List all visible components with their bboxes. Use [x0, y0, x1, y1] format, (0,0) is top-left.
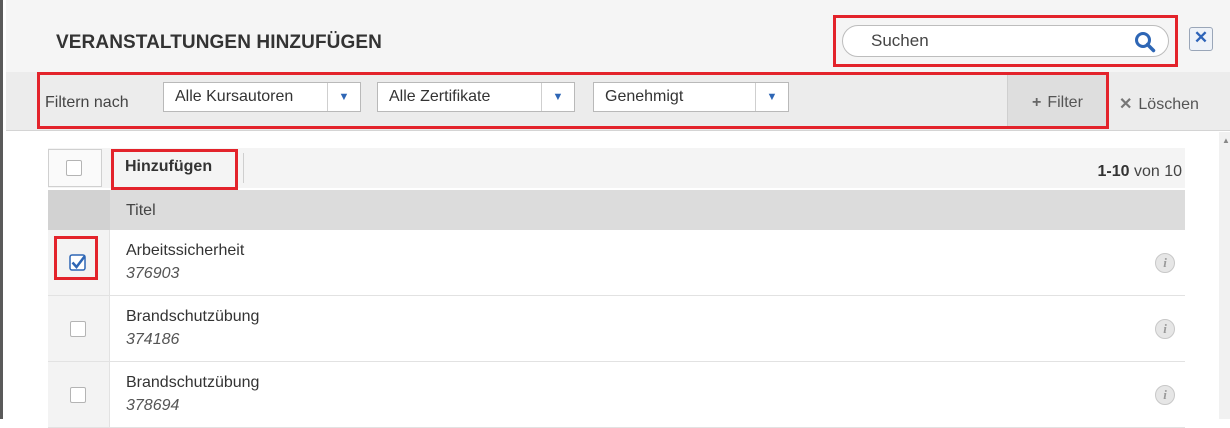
search-box[interactable] [842, 25, 1169, 57]
search-input[interactable] [871, 31, 1121, 51]
row-checkbox[interactable] [70, 321, 86, 337]
search-icon[interactable] [1134, 31, 1156, 53]
add-button[interactable]: Hinzufügen [125, 158, 212, 176]
scroll-up-icon[interactable]: ▲ [1222, 136, 1230, 145]
row-id: 376903 [126, 265, 180, 282]
row-title: Brandschutzübung [126, 374, 260, 391]
close-button[interactable]: ✕ [1189, 27, 1213, 51]
add-events-dialog: VERANSTALTUNGEN HINZUFÜGEN ✕ Filtern nac… [0, 0, 1230, 428]
column-header-title[interactable]: Titel [126, 202, 156, 220]
select-all-button[interactable] [48, 149, 102, 187]
info-icon[interactable]: i [1155, 319, 1175, 339]
row-title: Brandschutzübung [126, 308, 260, 325]
toolbar-divider [243, 153, 244, 183]
row-checkbox[interactable] [70, 387, 86, 403]
info-icon[interactable]: i [1155, 253, 1175, 273]
filter-highlight [37, 72, 1109, 129]
x-icon: ✕ [1119, 96, 1133, 113]
table-row[interactable]: Arbeitssicherheit 376903 i [48, 230, 1185, 296]
info-icon[interactable]: i [1155, 385, 1175, 405]
pager-total: von 10 [1133, 163, 1182, 180]
clear-button-label: Löschen [1138, 96, 1199, 113]
select-all-checkbox[interactable] [66, 160, 82, 176]
table-row[interactable]: Brandschutzübung 374186 i [48, 296, 1185, 362]
dialog-title: VERANSTALTUNGEN HINZUFÜGEN [56, 32, 382, 53]
pager-range: 1-10 [1097, 163, 1130, 180]
table-row[interactable]: Brandschutzübung 378694 i [48, 362, 1185, 428]
table-header-select-column [48, 190, 110, 230]
row-title: Arbeitssicherheit [126, 242, 245, 259]
pager: 1-10 von 10 [1097, 163, 1182, 181]
scrollbar[interactable] [1219, 132, 1230, 419]
clear-button[interactable]: ✕ Löschen [1119, 94, 1199, 114]
search-highlight [833, 15, 1178, 67]
row-id: 374186 [126, 331, 180, 348]
table-header [48, 190, 1185, 230]
row-id: 378694 [126, 397, 180, 414]
close-icon: ✕ [1193, 28, 1209, 47]
checkbox-highlight [54, 236, 98, 280]
